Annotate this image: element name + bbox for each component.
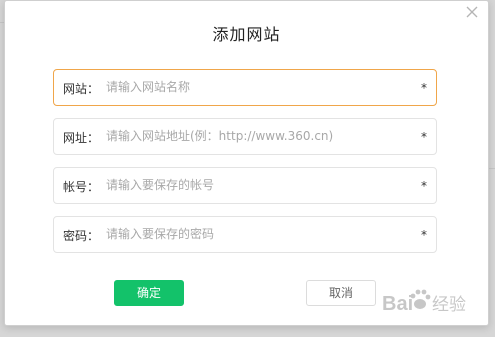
close-icon[interactable]	[464, 4, 480, 20]
account-input[interactable]	[106, 175, 406, 195]
confirm-button[interactable]: 确定	[114, 280, 184, 306]
cancel-button[interactable]: 取消	[306, 280, 376, 306]
website-name-input[interactable]	[106, 77, 406, 97]
baidu-paw-icon: Bai 经验	[382, 289, 466, 315]
required-mark: *	[421, 130, 427, 144]
password-field[interactable]: 密码： *	[53, 216, 437, 253]
add-website-dialog: 添加网站 网站： * 网址： * 帐号： * 密码： * 确定 取消	[4, 0, 489, 326]
required-mark: *	[421, 179, 427, 193]
website-url-label: 网址：	[63, 131, 100, 145]
baidu-jingyan-watermark: Bai 经验	[380, 282, 490, 322]
watermark-text: 经验	[432, 295, 466, 315]
backdrop-divider	[489, 168, 495, 169]
required-mark: *	[421, 228, 427, 242]
website-name-field[interactable]: 网站： *	[53, 69, 437, 106]
dialog-title: 添加网站	[212, 25, 281, 44]
password-label: 密码：	[63, 229, 100, 243]
required-mark: *	[421, 81, 427, 95]
account-field[interactable]: 帐号： *	[53, 167, 437, 204]
svg-text:Bai: Bai	[382, 293, 413, 315]
password-input[interactable]	[106, 224, 406, 244]
account-label: 帐号：	[63, 180, 100, 194]
website-url-input[interactable]	[106, 126, 406, 146]
website-url-field[interactable]: 网址： *	[53, 118, 437, 155]
website-name-label: 网站：	[63, 82, 100, 96]
